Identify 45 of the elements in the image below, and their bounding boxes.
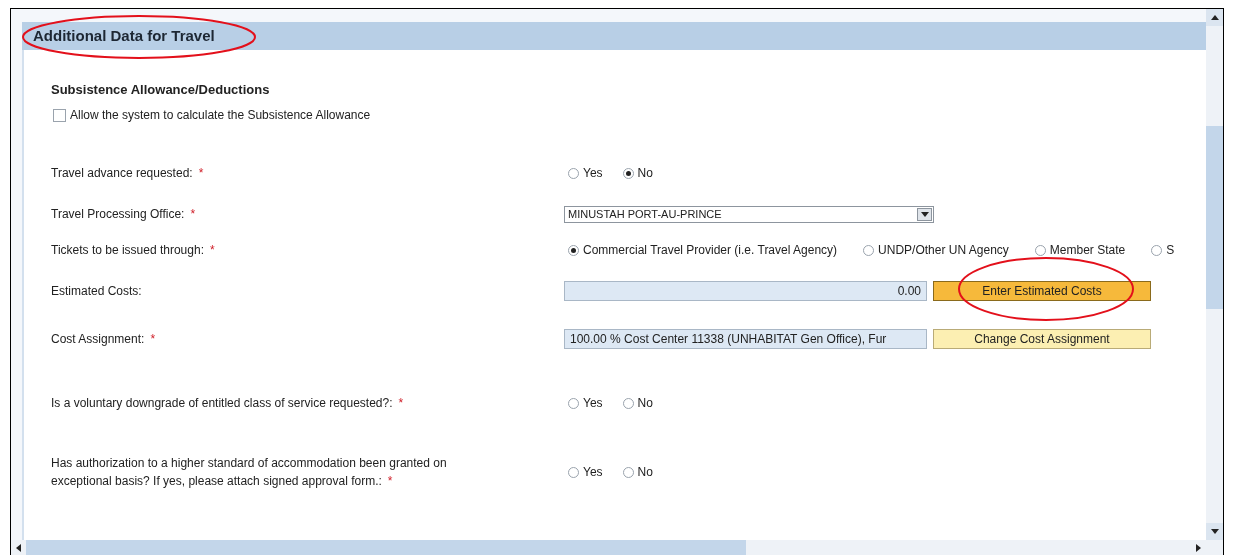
action-button[interactable]: Change Cost Assignment — [933, 329, 1151, 349]
dropdown-field[interactable]: MINUSTAH PORT-AU-PRINCE — [564, 205, 934, 223]
field-label: Has authorization to a higher standard of accommodation been granted on exceptional basis? If yes, please attach signed approval form.: * — [51, 456, 447, 488]
scroll-right-icon[interactable] — [1196, 543, 1201, 552]
radio-label: No — [637, 165, 653, 182]
radio-label: No — [637, 464, 653, 481]
scroll-thumb[interactable] — [26, 540, 746, 555]
checkbox[interactable] — [53, 108, 66, 122]
scroll-up-icon[interactable] — [1210, 15, 1219, 20]
radio-label: S — [1166, 242, 1175, 259]
vertical-scrollbar[interactable] — [1206, 9, 1223, 540]
field-label: Travel Processing Office: * — [51, 207, 196, 221]
radio-label: Yes — [583, 464, 603, 481]
section-heading: Subsistence Allowance/Deductions — [51, 82, 271, 98]
scroll-thumb[interactable] — [1206, 126, 1223, 309]
radio-button[interactable] — [622, 466, 634, 478]
radio-button[interactable] — [622, 167, 634, 179]
radio-label: UNDP/Other UN Agency — [878, 242, 1009, 259]
checkbox-label: Allow the system to calculate the Subsistence Allowance — [70, 107, 371, 124]
field-label: Travel advance requested: * — [51, 166, 204, 180]
field-label: Estimated Costs: — [51, 284, 142, 298]
radio-button[interactable] — [863, 244, 875, 256]
scroll-left-icon[interactable] — [16, 543, 21, 552]
radio-button[interactable] — [622, 397, 634, 409]
radio-button[interactable] — [568, 397, 579, 409]
field-label: Is a voluntary downgrade of entitled class of service requested?: * — [51, 396, 404, 410]
radio-button[interactable] — [1034, 244, 1046, 256]
section-header: Additional Data for Travel — [22, 22, 1206, 50]
caret-icon[interactable] — [917, 207, 932, 221]
radio-label: Commercial Travel Provider (i.e. Travel Agency) — [583, 242, 838, 259]
input-field[interactable]: 100.00 % Cost Center 11338 (UNHABITAT Gen Office), Fur — [564, 329, 927, 349]
action-button[interactable]: Enter Estimated Costs — [933, 281, 1151, 301]
radio-button[interactable] — [1151, 244, 1163, 256]
radio-label: No — [637, 395, 653, 412]
radio-button[interactable] — [568, 244, 579, 256]
radio-label: Yes — [583, 395, 603, 412]
field-label: Cost Assignment: * — [51, 332, 156, 346]
radio-label: Member State — [1049, 242, 1126, 259]
scroll-down-icon[interactable] — [1210, 529, 1219, 534]
radio-button[interactable] — [568, 466, 579, 478]
radio-button[interactable] — [568, 167, 579, 179]
input-field[interactable]: 0.00 — [564, 281, 927, 301]
horizontal-scrollbar[interactable] — [11, 540, 1223, 555]
radio-label: Yes — [583, 165, 603, 182]
field-label: Tickets to be issued through: * — [51, 243, 215, 257]
